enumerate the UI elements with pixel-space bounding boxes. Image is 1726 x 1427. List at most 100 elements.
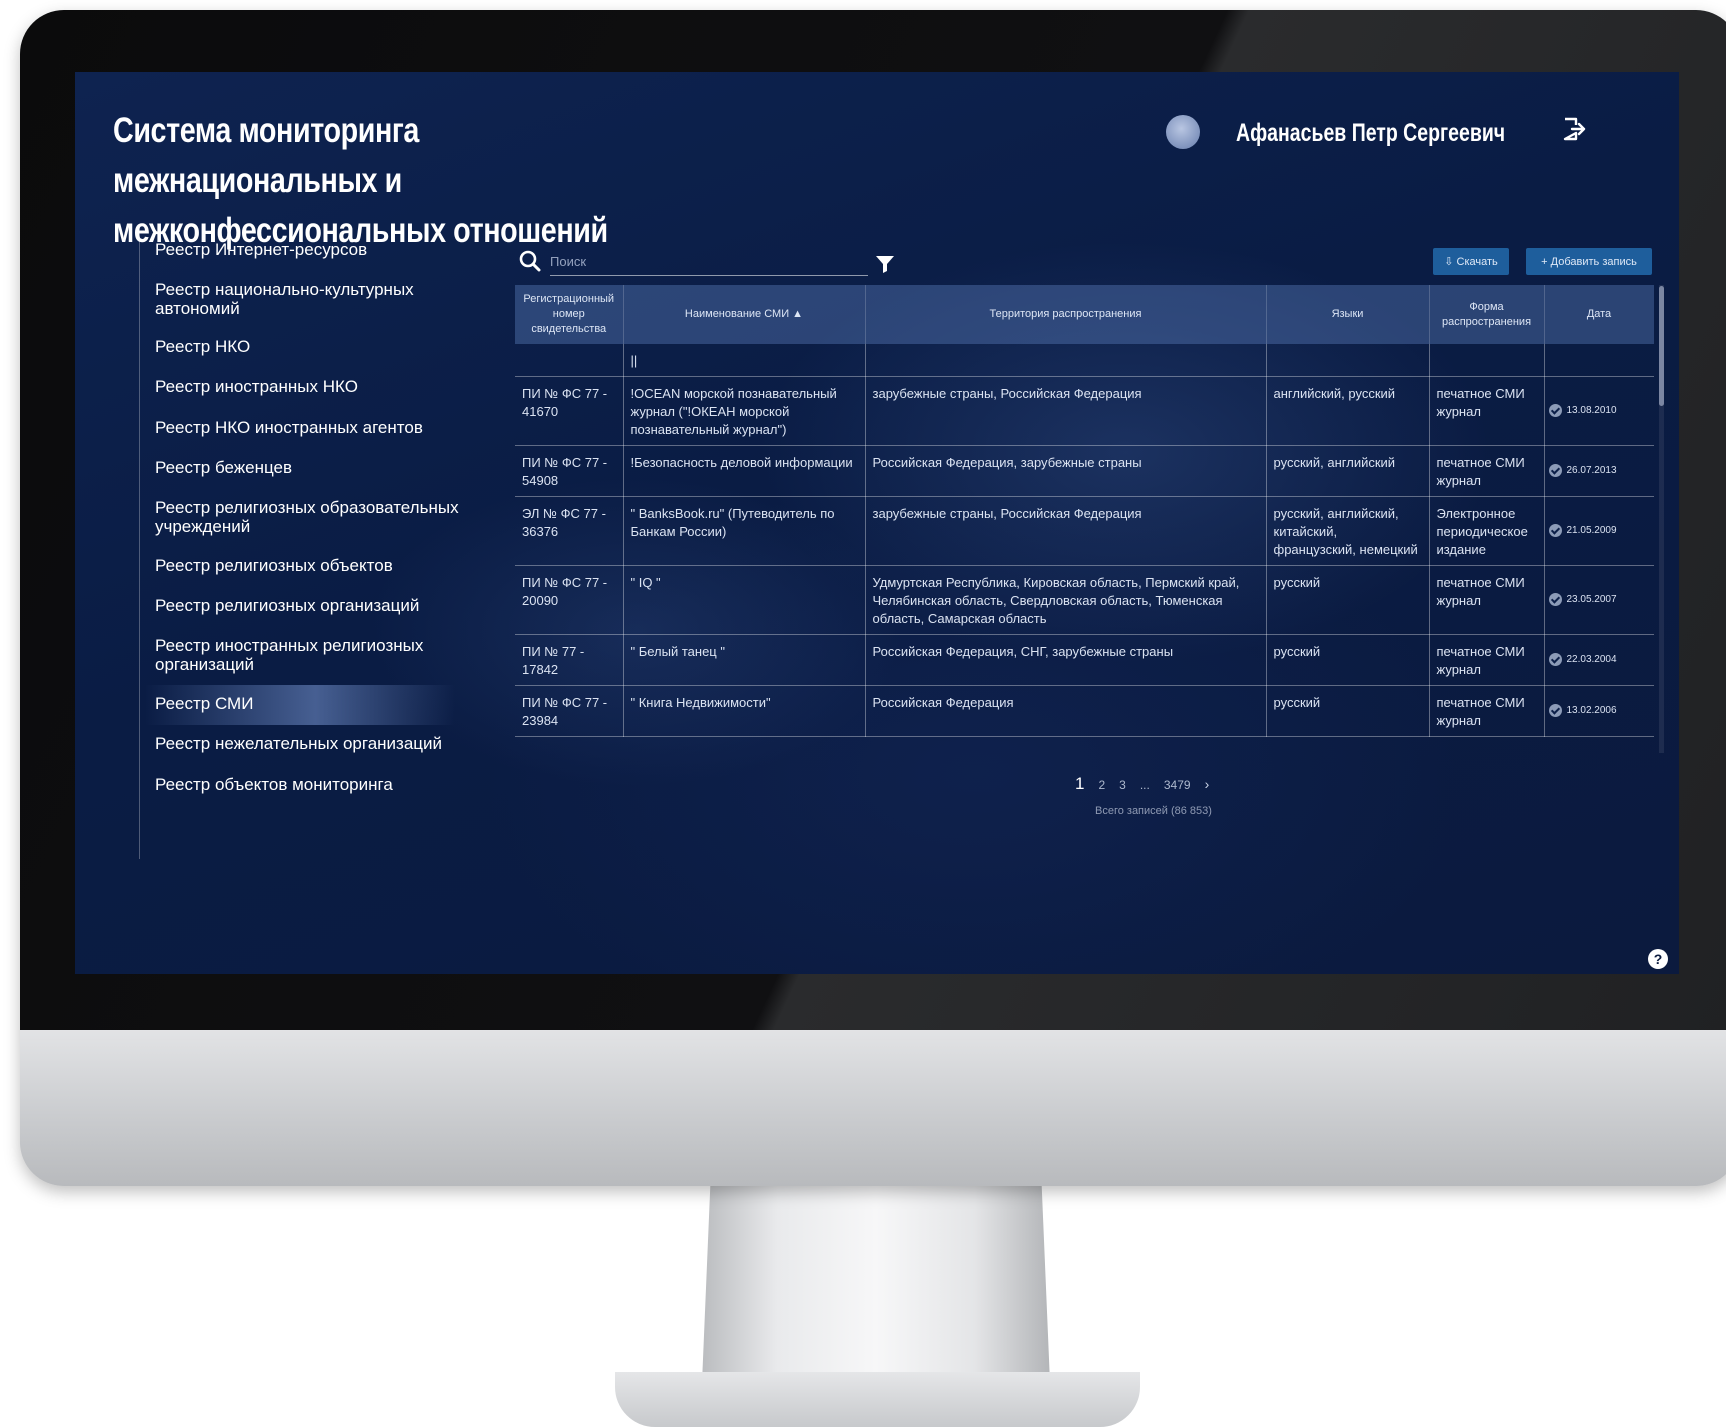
cell-languages: русский xyxy=(1266,634,1430,686)
filter-cell[interactable] xyxy=(1266,344,1430,377)
add-record-button[interactable]: + Добавить запись xyxy=(1526,248,1652,275)
table-row[interactable]: ПИ № ФС 77 - 41670 !OCEAN морской познав… xyxy=(515,376,1654,446)
cell-languages: русский xyxy=(1266,685,1430,737)
check-circle-icon xyxy=(1548,652,1562,666)
cell-languages: английский, русский xyxy=(1266,376,1430,446)
filter-cell[interactable] xyxy=(865,344,1267,377)
table-row[interactable]: ПИ № ФС 77 - 54908 !Безопасность деловой… xyxy=(515,445,1654,497)
cell-languages: русский xyxy=(1266,565,1430,635)
filter-icon[interactable] xyxy=(875,254,895,274)
monitor-stand-foot xyxy=(615,1372,1140,1427)
sidebar-item-monitoring-objects[interactable]: Реестр объектов мониторинга xyxy=(155,775,485,794)
column-header-languages[interactable]: Языки xyxy=(1266,285,1430,344)
sidebar-item-national-autonomies[interactable]: Реестр национально-культурных автономий xyxy=(155,280,485,318)
filter-cell[interactable]: || xyxy=(623,344,866,377)
table-header-row: Регистрационный номер свидетельства Наим… xyxy=(515,285,1654,344)
sidebar-item-refugees[interactable]: Реестр беженцев xyxy=(155,458,485,477)
check-circle-icon xyxy=(1548,703,1562,717)
cell-media-name: " IQ " xyxy=(623,565,866,635)
sidebar-item-undesirable-organizations[interactable]: Реестр нежелательных организаций xyxy=(155,734,485,753)
table-row[interactable]: ЭЛ № ФС 77 - 36376 " BanksBook.ru" (Путе… xyxy=(515,496,1654,566)
column-header-reg-number[interactable]: Регистрационный номер свидетельства xyxy=(515,285,624,344)
logout-icon[interactable] xyxy=(1561,116,1587,142)
sidebar-item-label: Реестр СМИ xyxy=(155,694,254,713)
sidebar-item-religious-organizations[interactable]: Реестр религиозных организаций xyxy=(155,596,485,615)
cell-form: Электронное периодическое издание xyxy=(1429,496,1545,566)
cell-reg-number: ПИ № 77 - 17842 xyxy=(515,634,624,686)
cell-date: 13.02.2006 xyxy=(1544,685,1654,737)
cell-languages: русский, английский, китайский, французс… xyxy=(1266,496,1430,566)
cell-territory: Российская Федерация, СНГ, зарубежные ст… xyxy=(865,634,1267,686)
page-1[interactable]: 1 xyxy=(1075,774,1084,794)
column-header-territory[interactable]: Территория распространения xyxy=(865,285,1267,344)
help-icon[interactable]: ? xyxy=(1648,949,1668,969)
cell-territory: Российская Федерация, зарубежные страны xyxy=(865,445,1267,497)
sidebar-item-label: Реестр НКО xyxy=(155,337,251,356)
date-value: 13.08.2010 xyxy=(1566,405,1617,416)
sidebar-item-label: Реестр религиозных организаций xyxy=(155,596,420,615)
cell-date: 26.07.2013 xyxy=(1544,445,1654,497)
sidebar-item-religious-education[interactable]: Реестр религиозных образовательных учреж… xyxy=(155,498,485,536)
pagination: 1 2 3 ... 3479 › xyxy=(1075,774,1209,794)
date-value: 22.03.2004 xyxy=(1566,654,1617,665)
screen: Система мониторинга межнациональных и ме… xyxy=(75,72,1679,974)
sidebar-item-label: Реестр объектов мониторинга xyxy=(155,775,393,794)
sidebar-item-nko[interactable]: Реестр НКО xyxy=(155,337,485,356)
cell-territory: Удмуртская Республика, Кировская область… xyxy=(865,565,1267,635)
page-ellipsis: ... xyxy=(1139,778,1150,792)
column-header-date[interactable]: Дата xyxy=(1544,285,1654,344)
next-page-icon[interactable]: › xyxy=(1205,776,1210,792)
check-circle-icon xyxy=(1548,463,1562,477)
column-header-form[interactable]: Форма распространения xyxy=(1429,285,1545,344)
sidebar-item-label: Реестр религиозных объектов xyxy=(155,556,393,575)
date-value: 23.05.2007 xyxy=(1566,594,1617,605)
column-header-media-name[interactable]: Наименование СМИ ▲ xyxy=(623,285,866,344)
check-circle-icon xyxy=(1548,403,1562,417)
cell-date: 21.05.2009 xyxy=(1544,496,1654,566)
table-scrollbar-thumb[interactable] xyxy=(1659,286,1664,406)
cell-reg-number: ПИ № ФС 77 - 41670 xyxy=(515,376,624,446)
cell-territory: зарубежные страны, Российская Федерация xyxy=(865,376,1267,446)
sidebar-item-label: Реестр НКО иностранных агентов xyxy=(155,418,423,437)
filter-cell[interactable] xyxy=(1429,344,1545,377)
date-value: 21.05.2009 xyxy=(1566,525,1617,536)
avatar[interactable] xyxy=(1166,115,1200,149)
cell-media-name: " BanksBook.ru" (Путеводитель по Банкам … xyxy=(623,496,866,566)
cell-reg-number: ЭЛ № ФС 77 - 36376 xyxy=(515,496,624,566)
monitor: Система мониторинга межнациональных и ме… xyxy=(20,10,1726,1186)
cell-territory: зарубежные страны, Российская Федерация xyxy=(865,496,1267,566)
sidebar-item-foreign-nko[interactable]: Реестр иностранных НКО xyxy=(155,377,485,396)
check-circle-icon xyxy=(1548,592,1562,606)
cell-media-name: !Безопасность деловой информации xyxy=(623,445,866,497)
table-row[interactable]: ПИ № 77 - 17842 " Белый танец " Российск… xyxy=(515,634,1654,686)
sidebar-item-label: Реестр религиозных образовательных учреж… xyxy=(155,498,459,536)
filter-cell[interactable] xyxy=(515,344,624,377)
cell-form: печатное СМИ журнал xyxy=(1429,445,1545,497)
sidebar-item-label: Реестр беженцев xyxy=(155,458,293,477)
sidebar-item-label: Реестр иностранных НКО xyxy=(155,377,358,396)
filter-cell[interactable] xyxy=(1544,344,1654,377)
monitor-chin xyxy=(20,1030,1726,1186)
cell-territory: Российская Федерация xyxy=(865,685,1267,737)
media-registry-table: Регистрационный номер свидетельства Наим… xyxy=(515,285,1654,753)
page-3[interactable]: 3 xyxy=(1119,778,1126,792)
sidebar-item-internet-resources[interactable]: Реестр Интернет-ресурсов xyxy=(155,240,485,259)
cell-date: 22.03.2004 xyxy=(1544,634,1654,686)
sidebar-item-religious-objects[interactable]: Реестр религиозных объектов xyxy=(155,556,485,575)
user-name[interactable]: Афанасьев Петр Сергеевич xyxy=(1236,119,1505,148)
sidebar-item-foreign-religious-organizations[interactable]: Реестр иностранных религиозных организац… xyxy=(155,636,485,674)
search-icon[interactable] xyxy=(518,249,542,273)
table-row[interactable]: ПИ № ФС 77 - 23984 " Книга Недвижимости"… xyxy=(515,685,1654,737)
cell-date: 23.05.2007 xyxy=(1544,565,1654,635)
cell-form: печатное СМИ журнал xyxy=(1429,685,1545,737)
sidebar: Реестр Интернет-ресурсов Реестр национал… xyxy=(139,224,479,859)
page-2[interactable]: 2 xyxy=(1098,778,1105,792)
sidebar-item-media[interactable]: Реестр СМИ xyxy=(145,685,485,725)
download-button[interactable]: ⇩ Скачать xyxy=(1433,248,1509,275)
cell-reg-number: ПИ № ФС 77 - 23984 xyxy=(515,685,624,737)
page-last[interactable]: 3479 xyxy=(1164,778,1191,792)
search-input[interactable] xyxy=(550,248,868,276)
cell-reg-number: ПИ № ФС 77 - 20090 xyxy=(515,565,624,635)
sidebar-item-nko-foreign-agents[interactable]: Реестр НКО иностранных агентов xyxy=(155,418,485,437)
table-row[interactable]: ПИ № ФС 77 - 20090 " IQ " Удмуртская Рес… xyxy=(515,565,1654,635)
